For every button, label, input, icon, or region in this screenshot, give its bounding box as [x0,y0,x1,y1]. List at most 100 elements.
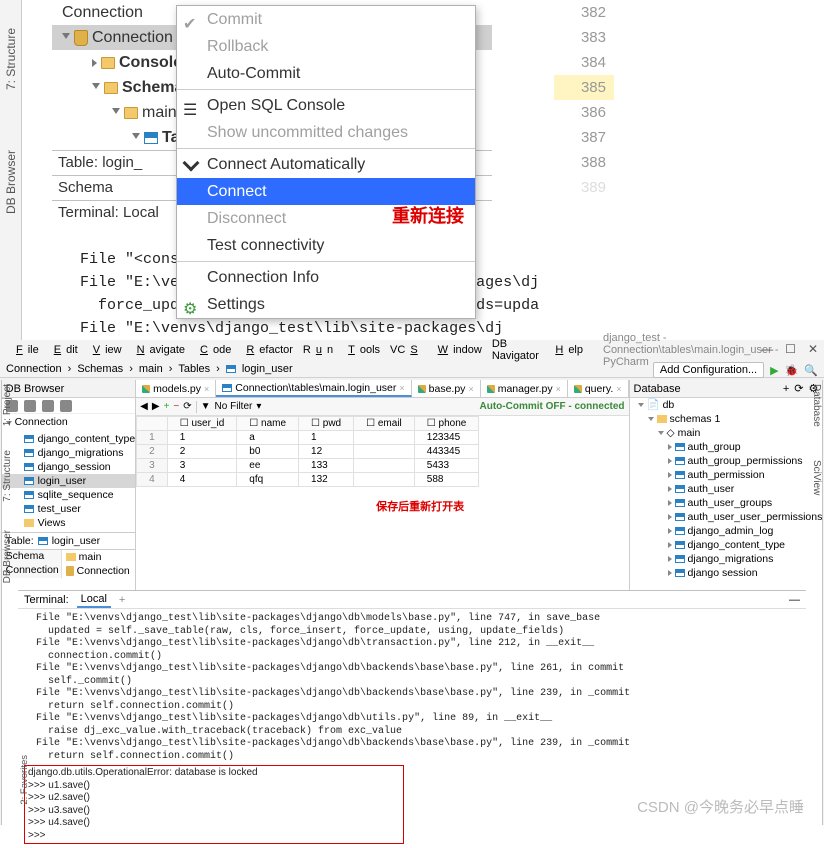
rollback-menuitem[interactable]: Rollback [177,33,475,60]
filter-icon[interactable]: ▼ [201,401,211,412]
edit-menu[interactable]: Edit [44,344,83,356]
data-grid[interactable]: ☐ user_id☐ name☐ pwd☐ email☐ phone 11a11… [136,416,479,487]
debug-icon[interactable]: 🐞 [785,364,799,377]
editor-tab[interactable]: Connection\tables\main.login_user× [216,380,411,397]
column-header[interactable]: ☐ pwd [299,417,354,431]
db-table-item[interactable]: auth_user [630,482,823,496]
database-icon [74,30,88,46]
column-header[interactable]: ☐ name [237,417,299,431]
db-table-item[interactable]: django_admin_log [630,524,823,538]
open-sql-menuitem[interactable]: ☰Open SQL Console [177,92,475,119]
favorites-rail[interactable]: 2: Favorites [19,755,30,805]
tree-item[interactable]: django_content_type [2,432,136,446]
add-configuration-button[interactable]: Add Configuration... [653,362,764,378]
help-menu[interactable]: Help [545,344,588,356]
db-table-item[interactable]: django_content_type [630,538,823,552]
data-row[interactable]: 44qfq132588 [137,473,479,487]
db-table-item[interactable]: auth_permission [630,468,823,482]
tree-item[interactable]: django_migrations [2,446,136,460]
window-menu[interactable]: Window [428,344,487,356]
tree-item[interactable]: test_user [2,502,136,516]
db-table-item[interactable]: auth_group_permissions [630,454,823,468]
connection-info-menuitem[interactable]: Connection Info [177,264,475,291]
tools-menu[interactable]: Tools [338,344,385,356]
tree-item[interactable]: Views [2,516,136,530]
editor-tab[interactable]: models.py× [136,380,216,397]
data-row[interactable]: 11a1123345 [137,431,479,445]
column-header[interactable]: ☐ phone [414,417,479,431]
sciview-rail[interactable]: SciView [811,460,822,495]
project-rail[interactable]: 1: Project [2,384,13,426]
show-uncommitted-menuitem[interactable]: Show uncommitted changes [177,119,475,146]
commit-menuitem[interactable]: ✔Commit [177,6,475,33]
remove-row-icon[interactable]: − [173,401,179,412]
structure-rail[interactable]: 7: Structure [2,450,13,502]
tree-item[interactable]: django_session [2,460,136,474]
run-menu[interactable]: Run [298,344,338,356]
connection-header[interactable]: Connection [2,414,136,430]
db-root[interactable]: 📄 db [630,398,823,412]
database-icon [66,566,74,576]
reload-icon[interactable]: ⟳ [183,401,191,412]
prev-page-icon[interactable]: ◀ [140,401,148,412]
autocommit-menuitem[interactable]: Auto-Commit [177,60,475,87]
navigate-menu[interactable]: Navigate [127,344,190,356]
settings-menuitem[interactable]: ⚙Settings [177,291,475,318]
dbbrowser-rail[interactable]: DB Browser [2,530,13,583]
connect-auto-menuitem[interactable]: Connect Automatically [177,151,475,178]
tree-item[interactable]: login_user [2,474,136,488]
table-icon [24,463,34,471]
connect-menuitem[interactable]: Connect [177,178,475,205]
file-menu[interactable]: File [6,344,44,356]
maximize-button[interactable]: ☐ [785,342,796,356]
structure-rail[interactable]: 7: Structure [4,28,18,90]
data-row[interactable]: 22b012443345 [137,445,479,459]
db-browser-toolbar [2,398,136,414]
next-page-icon[interactable]: ▶ [152,401,160,412]
database-tool-title: Database [634,380,681,397]
close-tab-icon[interactable]: × [204,384,209,394]
schemas-node[interactable]: schemas 1 [630,412,823,426]
close-button[interactable]: ✕ [808,342,818,356]
close-tab-icon[interactable]: × [616,384,621,394]
terminal-hide-button[interactable]: — [789,594,806,606]
new-terminal-button[interactable]: + [119,594,125,606]
refresh-icon[interactable]: ⟳ [794,380,803,397]
view-menu[interactable]: View [83,344,127,356]
column-header[interactable]: ☐ user_id [167,417,237,431]
code-menu[interactable]: Code [190,344,236,356]
refactor-menu[interactable]: Refactor [236,344,298,356]
close-tab-icon[interactable]: × [468,384,473,394]
dbnav-menu[interactable]: DB Navigator [487,338,546,362]
editor-tab[interactable]: manager.py× [481,380,568,397]
minimize-button[interactable]: — [761,342,773,356]
add-row-icon[interactable]: + [164,401,170,412]
db-table-item[interactable]: auth_user_user_permissions [630,510,823,524]
db-table-item[interactable]: django session [630,566,823,580]
test-connectivity-menuitem[interactable]: Test connectivity [177,232,475,259]
terminal-tab-local[interactable]: Local [77,592,111,608]
main-schema[interactable]: ◇ main [630,426,823,440]
data-row[interactable]: 33ee1335433 [137,459,479,473]
no-filter-dropdown[interactable]: No Filter [215,401,253,412]
editor-tab[interactable]: base.py× [412,380,481,397]
table-icon [226,365,236,373]
add-icon[interactable]: + [783,380,789,397]
annotation-reconnect: 重新连接 [392,202,464,228]
table-icon [675,527,685,535]
table-icon [675,513,685,521]
run-icon[interactable]: ▶ [770,364,778,377]
database-rail[interactable]: Database [811,384,822,427]
db-table-item[interactable]: auth_group [630,440,823,454]
tree-item[interactable]: sqlite_sequence [2,488,136,502]
python-icon [574,385,582,393]
db-browser-rail[interactable]: DB Browser [4,150,18,214]
vcs-menu[interactable]: VCS [385,344,428,356]
column-header[interactable]: ☐ email [354,417,415,431]
close-tab-icon[interactable]: × [556,384,561,394]
close-tab-icon[interactable]: × [399,383,404,393]
editor-tab[interactable]: query.× [568,380,629,397]
db-table-item[interactable]: auth_user_groups [630,496,823,510]
db-table-item[interactable]: django_migrations [630,552,823,566]
search-icon[interactable]: 🔍 [804,364,818,377]
